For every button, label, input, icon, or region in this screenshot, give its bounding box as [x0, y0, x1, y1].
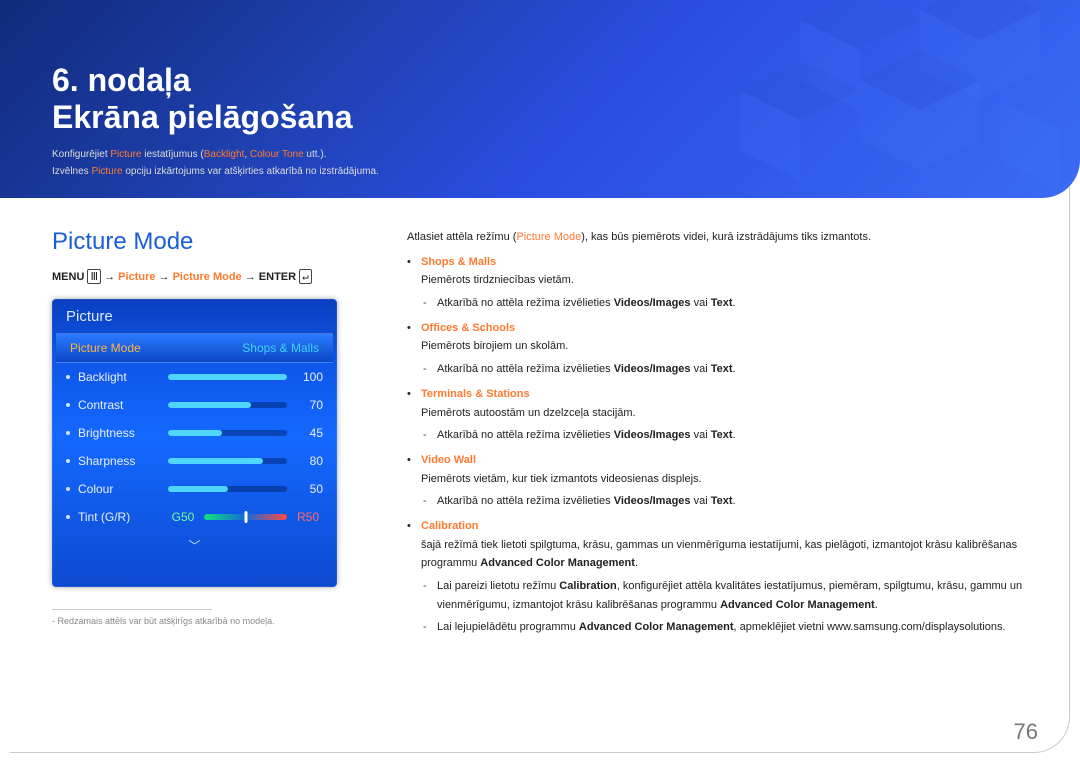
- osd-row-value: 80: [297, 454, 323, 468]
- t: Videos/Images: [614, 429, 691, 441]
- osd-row-label: Brightness: [78, 426, 168, 440]
- osd-tint-row: Tint (G/R) G50 R50: [52, 503, 337, 531]
- osd-row-value: 50: [297, 482, 323, 496]
- osd-slider: [168, 486, 287, 492]
- osd-slider-row: Contrast 70: [52, 391, 337, 419]
- description-column: Atlasiet attēla režīmu (Picture Mode), k…: [407, 228, 1028, 641]
- osd-row-label: Backlight: [78, 370, 168, 384]
- bullet-icon: [66, 431, 70, 435]
- t: Text: [711, 495, 733, 507]
- osd-tint-r: R50: [293, 510, 323, 524]
- mode-shops: Shops & Malls: [421, 256, 496, 268]
- osd-selected-row: Picture Mode Shops & Malls: [56, 333, 333, 363]
- chapter-number: 6. nodaļa: [52, 62, 191, 98]
- osd-slider: [168, 430, 287, 436]
- osd-row-value: 45: [297, 426, 323, 440]
- t: Konfigurējiet: [52, 149, 110, 160]
- t: Atkarībā no attēla režīma izvēlieties: [437, 429, 614, 441]
- t: Videos/Images: [614, 495, 691, 507]
- t: Izvēlnes: [52, 166, 91, 177]
- menu-breadcrumb: MENU Ⅲ → Picture → Picture Mode → ENTER …: [52, 270, 337, 283]
- mode-offices: Offices & Schools: [421, 322, 515, 334]
- osd-tint-g: G50: [168, 510, 198, 524]
- t: Atkarībā no attēla režīma izvēlieties: [437, 495, 614, 507]
- bullet-icon: [66, 375, 70, 379]
- t: Text: [711, 297, 733, 309]
- footnote-divider: [52, 609, 212, 610]
- osd-slider: [168, 374, 287, 380]
- t: Lai pareizi lietotu režīmu: [437, 580, 559, 592]
- t: Piemērots tirdzniecības vietām.: [407, 271, 1028, 290]
- bullet-icon: [66, 515, 70, 519]
- bullet-icon: [66, 459, 70, 463]
- t: Text: [711, 429, 733, 441]
- osd-slider: [168, 402, 287, 408]
- osd-row-label: Colour: [78, 482, 168, 496]
- t: Atkarībā no attēla režīma izvēlieties: [437, 363, 614, 375]
- osd-mode-value: Shops & Malls: [242, 341, 319, 355]
- chapter-title: Ekrāna pielāgošana: [52, 99, 353, 135]
- osd-slider-row: Colour 50: [52, 475, 337, 503]
- osd-title: Picture: [52, 299, 337, 333]
- t: Picture: [110, 149, 141, 160]
- osd-row-value: 70: [297, 398, 323, 412]
- osd-tint-label: Tint (G/R): [78, 510, 168, 524]
- bc-enter: ENTER: [259, 271, 296, 283]
- page-number: 76: [1014, 719, 1038, 745]
- osd-slider: [168, 458, 287, 464]
- osd-tint-slider: [204, 514, 287, 520]
- enter-icon: ↵: [299, 269, 312, 284]
- t: , apmeklējiet vietni www.samsung.com/dis…: [734, 621, 1006, 633]
- bc-menu: MENU: [52, 271, 84, 283]
- t: Lai lejupielādētu programmu: [437, 621, 579, 633]
- osd-row-label: Contrast: [78, 398, 168, 412]
- t: Advanced Color Management: [480, 557, 635, 569]
- footnote-text: Redzamais attēls var būt atšķirīgs atkar…: [58, 616, 275, 626]
- t: vai: [691, 297, 711, 309]
- t: Videos/Images: [614, 297, 691, 309]
- chapter-banner: 6. nodaļa Ekrāna pielāgošana Konfigurēji…: [0, 0, 1080, 198]
- t: Piemērots autoostām un dzelzceļa stacijā…: [407, 404, 1028, 423]
- section-heading: Picture Mode: [52, 228, 337, 256]
- chevron-down-icon: ﹀: [52, 531, 337, 564]
- osd-row-value: 100: [297, 370, 323, 384]
- mode-terminals: Terminals & Stations: [421, 388, 530, 400]
- t: opciju izkārtojums var atšķirties atkarī…: [123, 166, 379, 177]
- menu-icon: Ⅲ: [87, 269, 101, 284]
- bullet-icon: [66, 403, 70, 407]
- t: ), kas būs piemērots videi, kurā izstrād…: [581, 231, 871, 243]
- t: Picture: [91, 166, 122, 177]
- bc-p1: Picture: [118, 271, 155, 283]
- osd-slider-row: Backlight 100: [52, 363, 337, 391]
- mode-videowall: Video Wall: [421, 454, 476, 466]
- footnote: - Redzamais attēls var būt atšķirīgs atk…: [52, 616, 337, 626]
- osd-slider-row: Brightness 45: [52, 419, 337, 447]
- t: vai: [691, 429, 711, 441]
- t: Colour Tone: [250, 149, 304, 160]
- osd-screenshot: Picture Picture Mode Shops & Malls Backl…: [52, 299, 337, 587]
- t: Piemērots vietām, kur tiek izmantots vid…: [407, 470, 1028, 489]
- t: Calibration: [559, 580, 616, 592]
- t: Backlight: [204, 149, 245, 160]
- t: Advanced Color Management: [720, 599, 875, 611]
- t: Advanced Color Management: [579, 621, 734, 633]
- osd-slider-row: Sharpness 80: [52, 447, 337, 475]
- osd-mode-label: Picture Mode: [70, 341, 141, 355]
- t: Atlasiet attēla režīmu (: [407, 231, 516, 243]
- mode-calibration: Calibration: [421, 520, 478, 532]
- banner-subtext: Konfigurējiet Picture iestatījumus (Back…: [52, 146, 379, 181]
- bc-p2: Picture Mode: [173, 271, 242, 283]
- t: Piemērots birojiem un skolām.: [407, 337, 1028, 356]
- osd-row-label: Sharpness: [78, 454, 168, 468]
- t: Text: [711, 363, 733, 375]
- t: Videos/Images: [614, 363, 691, 375]
- t: iestatījumus (: [142, 149, 204, 160]
- t: Picture Mode: [516, 231, 581, 243]
- bullet-icon: [66, 487, 70, 491]
- t: Atkarībā no attēla režīma izvēlieties: [437, 297, 614, 309]
- t: utt.).: [304, 149, 327, 160]
- t: vai: [691, 363, 711, 375]
- t: vai: [691, 495, 711, 507]
